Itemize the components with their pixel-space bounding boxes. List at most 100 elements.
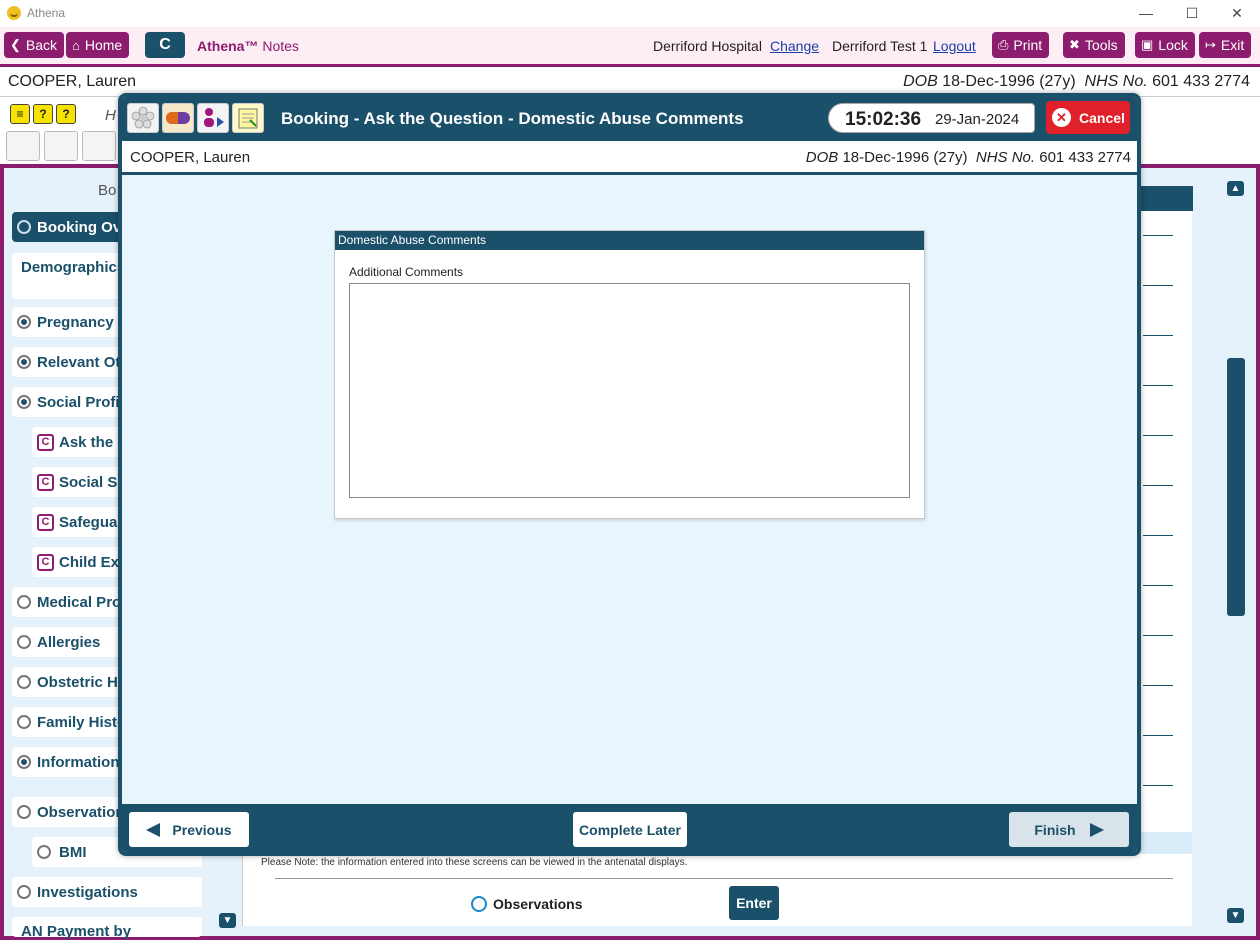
background-row-line [1143,335,1173,336]
person-arrow-icon[interactable] [197,103,229,133]
finish-button[interactable]: Finish [1009,812,1129,847]
background-row-line [1143,685,1173,686]
window-titlebar: Athena — ☐ ✕ [0,0,1260,26]
background-header-partial: H [105,107,116,124]
nav-scroll-down-icon[interactable]: ▼ [219,913,236,928]
notes-icon[interactable] [232,103,264,133]
printer-icon: ⎙ [998,37,1009,52]
background-row-line [1143,385,1173,386]
exit-button[interactable]: ↦ Exit [1199,32,1252,58]
brand: Athena™ Notes [197,38,299,54]
radio-icon [17,355,31,369]
change-hospital-link[interactable]: Change [770,38,819,54]
list-help-icon[interactable]: ≡ [10,104,30,124]
radio-icon [17,715,31,729]
arrow-right-icon [1089,822,1104,837]
close-circle-icon: ✕ [1052,108,1071,127]
nav-item-label: Family Histo [37,713,127,731]
person-icon[interactable] [82,131,116,161]
flower-icon[interactable] [6,131,40,161]
modal-dob-value: 18-Dec-1996 (27y) [842,149,968,166]
observations-radio[interactable] [471,896,487,912]
tools-button[interactable]: ✖ Tools [1063,32,1125,58]
cancel-button[interactable]: ✕ Cancel [1046,101,1130,134]
radio-icon [17,220,31,234]
nhs-label: NHS No. [1084,73,1148,90]
c-button[interactable]: C [145,32,185,58]
flower-icon[interactable] [127,103,159,133]
complete-later-button[interactable]: Complete Later [573,812,687,847]
scroll-up-icon[interactable]: ▲ [1227,181,1244,196]
exit-label: Exit [1220,37,1245,53]
scroll-down-icon[interactable]: ▼ [1227,908,1244,923]
background-icon-row [6,131,116,161]
cancel-label: Cancel [1079,109,1125,126]
logout-link[interactable]: Logout [933,38,976,54]
nav-item-label: Investigations [37,883,138,901]
help-icon-2[interactable]: ? [56,104,76,124]
close-window-button[interactable]: ✕ [1214,2,1260,24]
c-badge-icon: C [37,473,54,491]
nav-item-label: Observation [37,803,125,821]
background-row-line [1143,635,1173,636]
radio-icon [17,395,31,409]
modal-dob-label: DOB [805,149,839,166]
nav-item-label: Pregnancy I [37,313,123,331]
previous-label: Previous [172,821,232,838]
background-row-line [1143,285,1173,286]
observations-label: Observations [493,896,583,912]
modal-icon-row [127,103,264,133]
domestic-abuse-modal: Booking - Ask the Question - Domestic Ab… [118,93,1141,856]
nav-header: Bo [98,182,117,199]
nav-item-label: Relevant Ot [37,353,121,371]
finish-label: Finish [1034,821,1076,838]
help-icon[interactable]: ? [33,104,53,124]
radio-icon [17,755,31,769]
additional-comments-field[interactable] [349,283,910,498]
enter-button[interactable]: Enter [729,886,779,920]
scrollbar-thumb[interactable] [1227,358,1245,616]
window-title: Athena [27,6,66,20]
background-row-line [1143,585,1173,586]
clock-time: 15:02:36 [845,109,922,130]
modal-patient-banner: COOPER, Lauren DOB 18-Dec-1996 (27y) NHS… [122,141,1137,175]
maximize-button[interactable]: ☐ [1169,2,1215,24]
nav-item-label: Safegua [59,513,118,531]
modal-header: Booking - Ask the Question - Domestic Ab… [122,97,1137,141]
background-row-line [1143,435,1173,436]
panel-header: Domestic Abuse Comments [335,231,924,250]
radio-icon [17,805,31,819]
lock-button[interactable]: ▣ Lock [1135,32,1195,58]
print-label: Print [1013,37,1043,53]
brand-suffix: Notes [262,38,299,54]
background-row-line [1143,235,1173,236]
nav-item[interactable]: Investigations [12,877,202,907]
minimize-button[interactable]: — [1123,2,1169,24]
nav-item[interactable]: AN Payment by [12,917,202,940]
background-row-line [1143,735,1173,736]
modal-title: Booking - Ask the Question - Domestic Ab… [281,109,744,128]
divider [275,878,1173,879]
additional-comments-label: Additional Comments [349,265,464,279]
back-button[interactable]: ❮ Back [4,32,65,58]
radio-icon [17,315,31,329]
dob-value: 18-Dec-1996 (27y) [942,73,1076,90]
previous-button[interactable]: Previous [129,812,249,847]
print-button[interactable]: ⎙ Print [992,32,1050,58]
domestic-abuse-comments-panel: Domestic Abuse Comments Additional Comme… [334,230,925,519]
lock-icon: ▣ [1141,37,1154,52]
home-button[interactable]: ⌂ Home [66,32,130,58]
modal-patient-details: DOB 18-Dec-1996 (27y) NHS No. 601 433 27… [806,149,1131,166]
medication-icon[interactable] [44,131,78,161]
medication-icon[interactable] [162,103,194,133]
c-badge-icon: C [37,513,54,531]
background-row-line [1143,785,1173,786]
modal-nhs-value: 601 433 2774 [1039,149,1131,166]
nav-item-label: AN Payment by [21,923,132,940]
hospital-name: Derriford Hospital [653,38,762,54]
nav-item-label: Social Se [59,473,126,491]
app-toolbar: ❮ Back ⌂ Home C Athena™ Notes Derriford … [0,27,1260,64]
radio-icon [37,845,51,859]
clock-date: 29-Jan-2024 [935,111,1020,128]
nav-item-label: Information [37,753,120,771]
